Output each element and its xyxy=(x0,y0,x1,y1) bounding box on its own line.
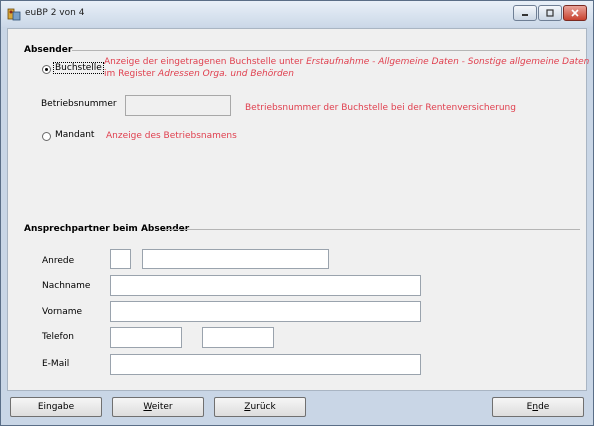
weiter-button[interactable]: Weiter xyxy=(112,397,204,417)
buchstelle-label[interactable]: Buchstelle xyxy=(53,62,104,74)
app-icon xyxy=(7,8,21,21)
weiter-mnemonic: W xyxy=(143,402,152,412)
email-field[interactable] xyxy=(110,354,421,375)
buchstelle-hint-text-2: im Register xyxy=(104,69,159,79)
zurueck-label-rest: urück xyxy=(250,402,276,412)
mandant-label[interactable]: Mandant xyxy=(55,130,94,140)
absender-divider xyxy=(72,50,580,51)
buchstelle-hint-text-1: Anzeige der eingetragenen Buchstelle unt… xyxy=(104,57,307,67)
ende-button-label: Ende xyxy=(527,402,550,412)
ende-label-rest: de xyxy=(538,402,550,412)
vorname-field[interactable] xyxy=(110,301,421,322)
maximize-icon xyxy=(546,9,554,17)
anrede-input[interactable] xyxy=(143,250,328,268)
telefon-prefix-input[interactable] xyxy=(111,328,181,347)
buchstelle-hint-path-1: Erstaufnahme - Allgemeine Daten - Sonsti… xyxy=(306,57,590,67)
form-panel: Absender Buchstelle Anzeige der eingetra… xyxy=(7,28,589,391)
ende-button[interactable]: Ende xyxy=(492,397,584,417)
zurueck-button[interactable]: Zurück xyxy=(214,397,306,417)
betriebsnummer-label: Betriebsnummer xyxy=(41,99,117,109)
mandant-radio[interactable] xyxy=(42,132,51,141)
betriebsnummer-hint: Betriebsnummer der Buchstelle bei der Re… xyxy=(245,103,516,113)
anrede-short-input[interactable] xyxy=(111,250,130,268)
nachname-input[interactable] xyxy=(111,276,420,295)
minimize-icon xyxy=(522,14,528,16)
title-bar[interactable]: euBP 2 von 4 xyxy=(1,1,593,27)
anrede-field[interactable] xyxy=(142,249,329,269)
vorname-input[interactable] xyxy=(111,302,420,321)
eingabe-button[interactable]: Eingabe xyxy=(10,397,102,417)
eingabe-button-label: Eingabe xyxy=(37,402,75,412)
telefon-number-field[interactable] xyxy=(202,327,274,348)
window-controls xyxy=(512,5,587,21)
close-icon xyxy=(571,9,579,17)
buchstelle-hint-path-2: Adressen Orga. und Behörden xyxy=(158,69,294,79)
vorname-label: Vorname xyxy=(42,307,83,317)
buchstelle-hint: Anzeige der eingetragenen Buchstelle unt… xyxy=(104,56,589,80)
close-button[interactable] xyxy=(563,5,587,21)
minimize-button[interactable] xyxy=(513,5,537,21)
absender-section-title: Absender xyxy=(24,45,73,55)
nachname-field[interactable] xyxy=(110,275,421,296)
window-title: euBP 2 von 4 xyxy=(25,8,85,18)
telefon-number-input[interactable] xyxy=(203,328,273,347)
telefon-label: Telefon xyxy=(42,332,74,342)
email-label: E-Mail xyxy=(42,359,70,369)
maximize-button[interactable] xyxy=(538,5,562,21)
betriebsnummer-field xyxy=(125,95,231,116)
anrede-short-field[interactable] xyxy=(110,249,131,269)
anrede-label: Anrede xyxy=(42,256,75,266)
email-input[interactable] xyxy=(111,355,420,374)
ansprechpartner-divider xyxy=(163,229,580,230)
telefon-prefix-field[interactable] xyxy=(110,327,182,348)
weiter-button-label: Weiter xyxy=(143,402,172,412)
buchstelle-radio[interactable] xyxy=(42,65,51,74)
nachname-label: Nachname xyxy=(42,281,91,291)
mandant-hint: Anzeige des Betriebsnamens xyxy=(106,131,237,141)
betriebsnummer-input xyxy=(126,96,230,115)
weiter-label-rest: eiter xyxy=(151,402,173,412)
zurueck-button-label: Zurück xyxy=(244,402,275,412)
application-window: euBP 2 von 4 Absender Buchstelle Anzeige… xyxy=(0,0,594,426)
